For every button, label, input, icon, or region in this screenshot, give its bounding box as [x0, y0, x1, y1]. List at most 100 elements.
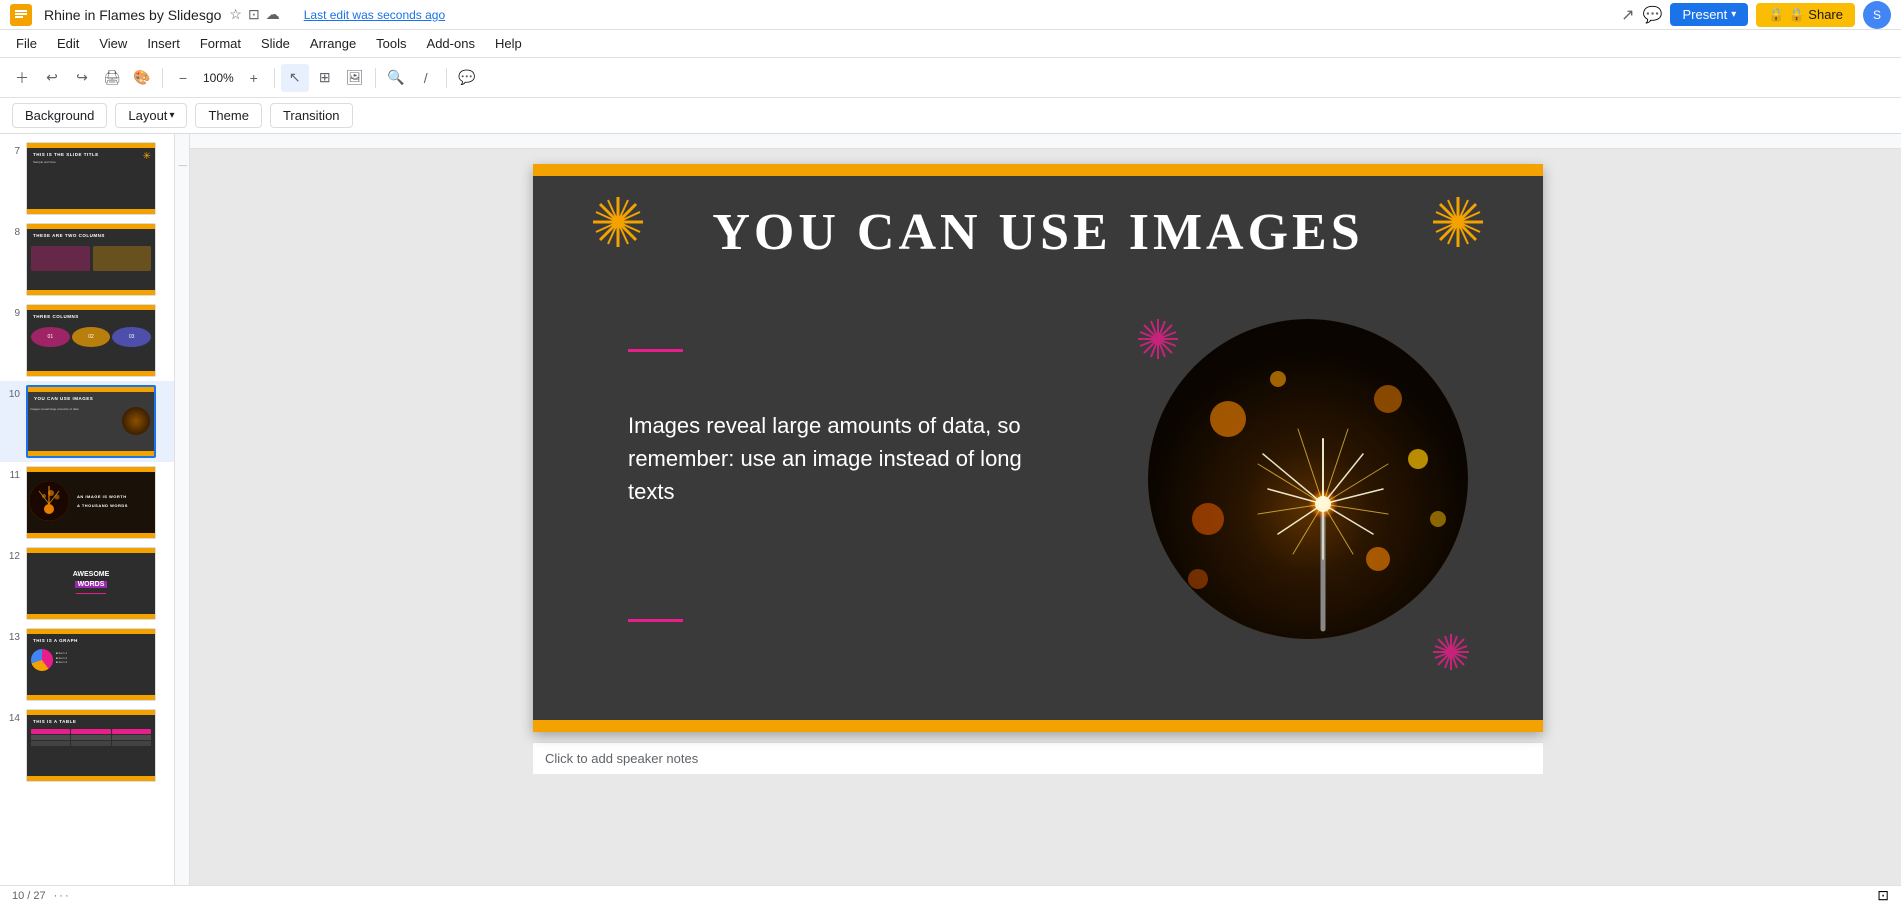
slide-indicator: 10 / 27 — [12, 890, 46, 902]
background-button[interactable]: Background — [12, 103, 107, 128]
undo-button[interactable]: ↩ — [38, 64, 66, 92]
zoom-fit-button[interactable]: ⊡ — [1877, 887, 1889, 904]
star-left-decoration — [588, 192, 648, 265]
zoom-level: 100% — [199, 71, 238, 85]
slide-item-12[interactable]: 12 AWESOMEWORDS — [0, 543, 174, 624]
menu-arrange[interactable]: Arrange — [302, 34, 364, 53]
toolbar-sep-1 — [162, 68, 163, 88]
pink-starburst-top — [1133, 314, 1183, 374]
document-title: Rhine in Flames by Slidesgo — [44, 7, 221, 23]
redo-button[interactable]: ↪ — [68, 64, 96, 92]
comments-icon[interactable]: 💬 — [1643, 5, 1663, 25]
canvas-area: │ — [175, 134, 1901, 885]
slide-num-11: 11 — [6, 470, 20, 481]
theme-button[interactable]: Theme — [195, 103, 261, 128]
share-button[interactable]: 🔒 🔒 Share — [1756, 3, 1855, 27]
slide-thumb-9: THREE COLUMNS 01 02 03 — [26, 304, 156, 377]
slide-num-7: 7 — [6, 146, 20, 157]
line-tool[interactable]: / — [412, 64, 440, 92]
slide-title[interactable]: YOU CAN USE IMAGES — [653, 204, 1423, 261]
bottom-dots: ··· — [54, 890, 71, 902]
image-tool[interactable]: 🖼 — [341, 64, 369, 92]
add-slide-button[interactable]: ＋ — [8, 64, 36, 92]
slide-num-13: 13 — [6, 632, 20, 643]
folder-icon[interactable]: ⊡ — [248, 6, 260, 23]
edit-status[interactable]: Last edit was seconds ago — [304, 8, 445, 22]
layout-label: Layout — [128, 108, 167, 123]
slide-num-10: 10 — [6, 389, 20, 400]
print-button[interactable]: 🖨 — [98, 64, 126, 92]
slide-num-9: 9 — [6, 308, 20, 319]
slide-thumb-14: THIS IS A TABLE — [26, 709, 156, 782]
title-icons: ☆ ⊡ ☁ — [229, 6, 279, 23]
menu-slide[interactable]: Slide — [253, 34, 298, 53]
menu-insert[interactable]: Insert — [139, 34, 188, 53]
slide-thumb-11: AN IMAGE IS WORTH A THOUSAND WORDS — [26, 466, 156, 539]
present-chevron-icon: ▾ — [1731, 9, 1736, 20]
slide-item-8[interactable]: 8 THESE ARE TWO COLUMNS — [0, 219, 174, 300]
layout-chevron-icon: ▾ — [169, 110, 174, 121]
menu-file[interactable]: File — [8, 34, 45, 53]
comment-tool[interactable]: 💬 — [453, 64, 481, 92]
menu-format[interactable]: Format — [192, 34, 249, 53]
cloud-icon[interactable]: ☁ — [266, 6, 280, 23]
menu-help[interactable]: Help — [487, 34, 530, 53]
present-label: Present — [1682, 7, 1727, 22]
bottom-right-controls: ⊡ — [1877, 887, 1889, 904]
left-ruler: │ — [175, 134, 190, 885]
transition-button[interactable]: Transition — [270, 103, 353, 128]
slide-item-9[interactable]: 9 THREE COLUMNS 01 02 03 — [0, 300, 174, 381]
slide-item-10[interactable]: 10 YOU CAN USE IMAGES Images reveal larg… — [0, 381, 174, 462]
slide-image-circle[interactable] — [1148, 319, 1468, 639]
slide-item-14[interactable]: 14 THIS IS A TABLE — [0, 705, 174, 786]
trending-icon[interactable]: ↗ — [1621, 5, 1634, 25]
slide-item-11[interactable]: 11 — [0, 462, 174, 543]
speaker-notes[interactable]: Click to add speaker notes — [533, 742, 1543, 774]
menu-view[interactable]: View — [91, 34, 135, 53]
menu-edit[interactable]: Edit — [49, 34, 87, 53]
slide-item-7[interactable]: 7 THIS IS THE SLIDE TITLE Sample text he… — [0, 138, 174, 219]
slide-num-14: 14 — [6, 713, 20, 724]
slide-panel: 7 THIS IS THE SLIDE TITLE Sample text he… — [0, 134, 175, 885]
menu-tools[interactable]: Tools — [368, 34, 414, 53]
star-icon[interactable]: ☆ — [229, 6, 242, 23]
toolbar-sep-2 — [274, 68, 275, 88]
toolbar-sep-4 — [446, 68, 447, 88]
zoom-in-button[interactable]: + — [240, 64, 268, 92]
lock-icon: 🔒 — [1768, 7, 1784, 23]
bottom-bar: 10 / 27 ··· ⊡ — [0, 885, 1901, 905]
slide-num-12: 12 — [6, 551, 20, 562]
menu-addons[interactable]: Add-ons — [419, 34, 483, 53]
slide-thumb-13: THIS IS A GRAPH ■ Item 1■ Item 2■ Item 3 — [26, 628, 156, 701]
slide-thumb-8: THESE ARE TWO COLUMNS — [26, 223, 156, 296]
format-toolbar: Background Layout ▾ Theme Transition — [0, 98, 1901, 134]
slide-num-8: 8 — [6, 227, 20, 238]
pink-line-top — [628, 349, 683, 352]
zoom-out-button[interactable]: − — [169, 64, 197, 92]
slide-body-text[interactable]: Images reveal large amounts of data, so … — [628, 409, 1028, 508]
slide-thumb-7: THIS IS THE SLIDE TITLE Sample text here… — [26, 142, 156, 215]
layout-button[interactable]: Layout ▾ — [115, 103, 187, 128]
toolbar-sep-3 — [375, 68, 376, 88]
layout-tool[interactable]: ⊞ — [311, 64, 339, 92]
search-tool[interactable]: 🔍 — [382, 64, 410, 92]
pink-starburst-bottom — [1429, 630, 1473, 682]
current-slide[interactable]: YOU CAN USE IMAGES — [533, 164, 1543, 732]
slide-bottom-bar — [533, 720, 1543, 732]
menu-bar: File Edit View Insert Format Slide Arran… — [0, 30, 1901, 58]
title-bar: Rhine in Flames by Slidesgo ☆ ⊡ ☁ Last e… — [0, 0, 1901, 30]
speaker-notes-placeholder: Click to add speaker notes — [545, 751, 698, 766]
star-right-decoration — [1428, 192, 1488, 265]
main-content: 7 THIS IS THE SLIDE TITLE Sample text he… — [0, 134, 1901, 885]
header-right: ↗ 💬 Present ▾ 🔒 🔒 Share S — [1621, 1, 1891, 29]
slide-item-13[interactable]: 13 THIS IS A GRAPH ■ Item 1■ Item 2■ Ite… — [0, 624, 174, 705]
slide-thumb-12: AWESOMEWORDS — [26, 547, 156, 620]
app-icon — [10, 4, 32, 26]
toolbar: ＋ ↩ ↪ 🖨 🎨 − 100% + ↖ ⊞ 🖼 🔍 / 💬 — [0, 58, 1901, 98]
avatar[interactable]: S — [1863, 1, 1891, 29]
select-tool[interactable]: ↖ — [281, 64, 309, 92]
paint-format-button[interactable]: 🎨 — [128, 64, 156, 92]
top-ruler — [190, 134, 1901, 149]
present-button[interactable]: Present ▾ — [1670, 3, 1748, 26]
slide-top-bar — [533, 164, 1543, 176]
